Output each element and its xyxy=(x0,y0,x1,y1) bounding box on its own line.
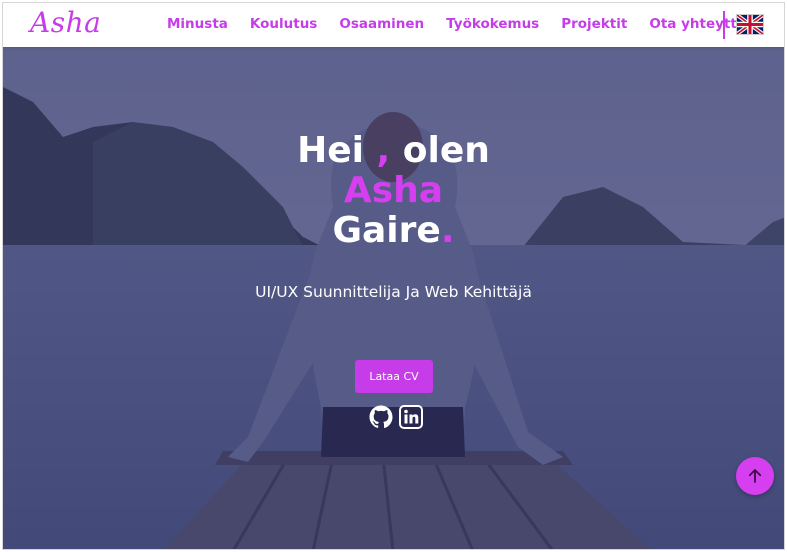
logo[interactable]: Asha xyxy=(30,6,101,39)
hero-first-name: Asha xyxy=(343,170,444,211)
nav-links: Minusta Koulutus Osaaminen Työkokemus Pr… xyxy=(167,16,768,32)
hero-subtitle: UI/UX Suunnittelija Ja Web Kehittäjä xyxy=(255,283,532,301)
download-cv-button[interactable]: Lataa CV xyxy=(355,360,433,393)
uk-flag-icon[interactable] xyxy=(736,14,764,35)
hero-last-name: Gaire. xyxy=(332,210,455,251)
arrow-up-icon xyxy=(748,469,762,483)
hero-greeting: Hei , olen xyxy=(297,130,490,171)
hero-section: Hei , olen Asha Gaire. UI/UX Suunnitteli… xyxy=(3,47,784,549)
linkedin-icon[interactable] xyxy=(399,405,423,429)
top-navbar: Asha Minusta Koulutus Osaaminen Työkokem… xyxy=(3,3,784,47)
nav-link-projektit[interactable]: Projektit xyxy=(561,16,627,32)
scroll-to-top-button[interactable] xyxy=(736,457,774,495)
nav-link-koulutus[interactable]: Koulutus xyxy=(250,16,317,32)
nav-link-osaaminen[interactable]: Osaaminen xyxy=(339,16,424,32)
nav-divider xyxy=(723,11,725,39)
nav-link-ota-yhteytta[interactable]: Ota yhteyttä xyxy=(649,16,746,32)
nav-link-minusta[interactable]: Minusta xyxy=(167,16,228,32)
browser-viewport: Asha Minusta Koulutus Osaaminen Työkokem… xyxy=(2,2,785,550)
nav-link-tyokokemus[interactable]: Työkokemus xyxy=(446,16,539,32)
github-icon[interactable] xyxy=(369,405,393,429)
